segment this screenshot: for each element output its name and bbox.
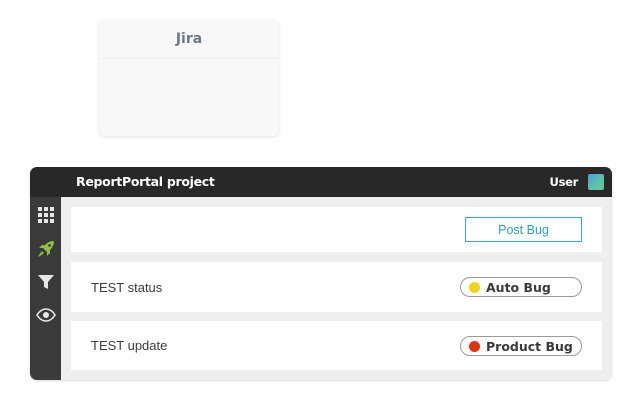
defect-type-badge[interactable]: Auto Bug (460, 277, 582, 297)
grid-icon (37, 207, 54, 223)
eye-icon (35, 308, 56, 322)
test-item-name[interactable]: TEST update (91, 321, 167, 370)
sidebar (30, 197, 61, 380)
test-item-row[interactable]: TEST update Product Bug (71, 321, 602, 370)
defect-type-label: Product Bug (486, 338, 573, 354)
sidebar-item-filters[interactable] (30, 267, 61, 297)
toolbar-row: Post Bug (71, 207, 602, 252)
top-bar: ReportPortal project User (30, 167, 612, 197)
defect-color-dot (469, 281, 480, 293)
filter-icon (37, 275, 54, 289)
reportportal-window: ReportPortal project User Post Bug TEST … (30, 167, 612, 380)
jira-card[interactable]: Jira (99, 19, 279, 136)
defect-type-label: Auto Bug (486, 279, 551, 295)
user-label[interactable]: User (550, 167, 579, 197)
rocket-icon (37, 241, 54, 257)
sidebar-item-launches[interactable] (30, 234, 61, 264)
sidebar-item-debug[interactable] (30, 300, 61, 330)
user-avatar[interactable] (588, 174, 604, 190)
defect-color-dot (469, 340, 480, 352)
sidebar-item-dashboards[interactable] (30, 200, 61, 230)
test-item-name[interactable]: TEST status (91, 262, 162, 312)
post-bug-button[interactable]: Post Bug (465, 217, 582, 242)
project-name[interactable]: ReportPortal project (76, 167, 215, 197)
jira-card-title: Jira (99, 19, 279, 59)
defect-type-badge[interactable]: Product Bug (460, 336, 582, 356)
test-item-row[interactable]: TEST status Auto Bug (71, 262, 602, 312)
